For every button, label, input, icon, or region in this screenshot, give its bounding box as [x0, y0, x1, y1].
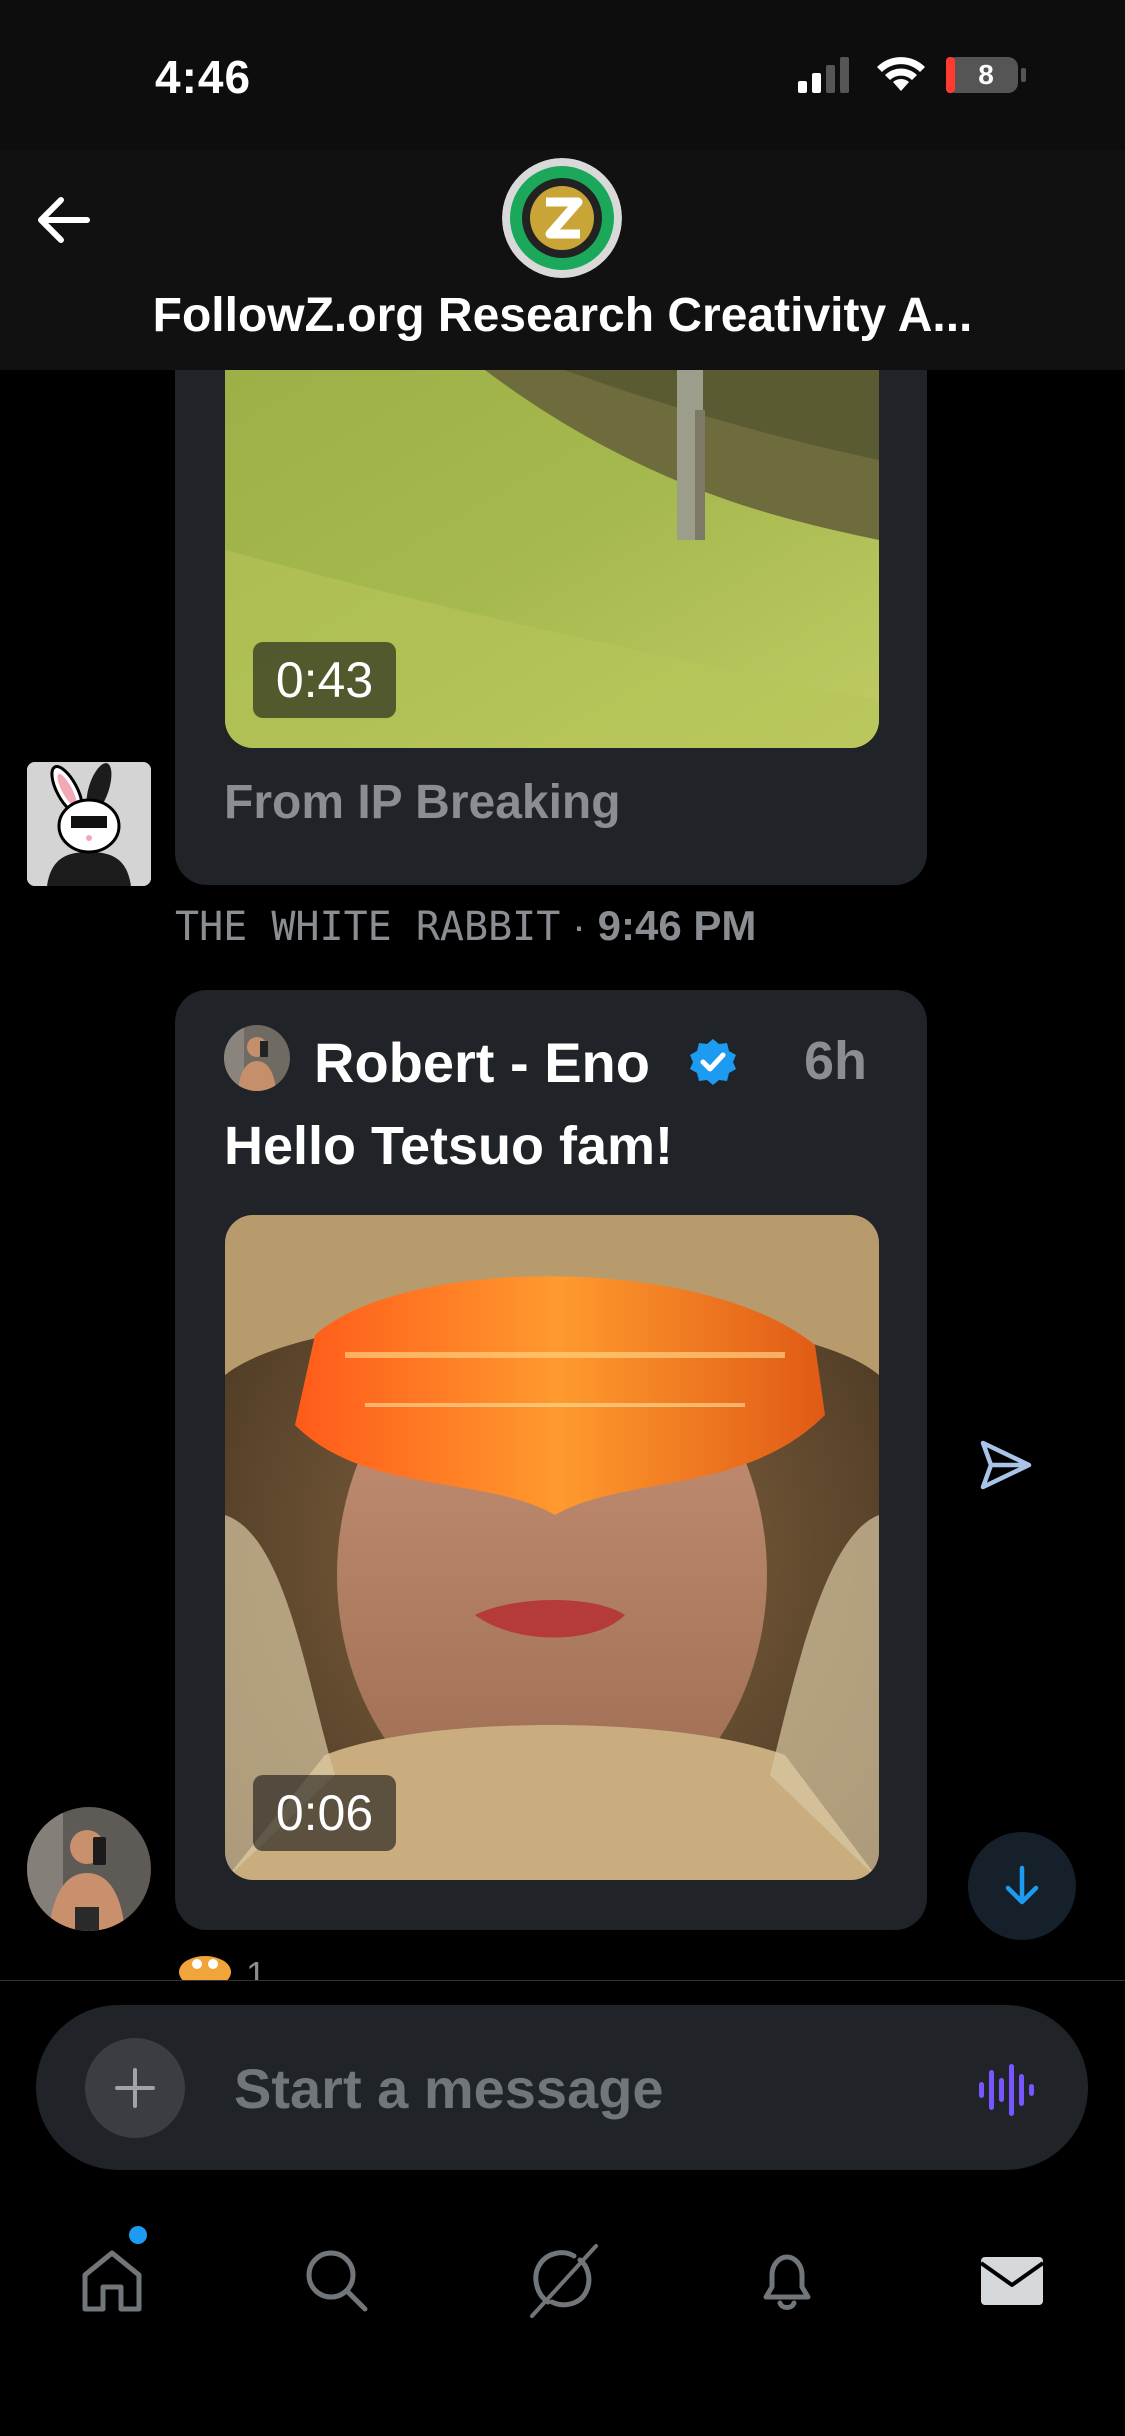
battery-icon: 8: [945, 55, 1027, 95]
tab-home[interactable]: [57, 2225, 167, 2335]
reaction-emoji[interactable]: [175, 1950, 235, 1980]
video-duration: 0:43: [253, 642, 396, 718]
sender-avatar-white-rabbit[interactable]: [27, 762, 151, 886]
post-author-avatar[interactable]: [224, 1025, 290, 1091]
message-meta: THE WHITE RABBIT · 9:46 PM: [175, 902, 756, 950]
author-photo: [224, 1025, 290, 1091]
sender-avatar-robert[interactable]: [27, 1807, 151, 1931]
bell-icon: [763, 2254, 811, 2310]
message-input[interactable]: [234, 2053, 934, 2123]
add-attachment-button[interactable]: [85, 2038, 185, 2138]
post-age: 6h: [804, 1031, 868, 1091]
envelope-icon: [979, 2257, 1045, 2305]
back-button[interactable]: [28, 190, 98, 250]
reaction-count: 1: [246, 1954, 267, 1980]
arrow-left-icon: [38, 197, 90, 243]
search-icon: [306, 2250, 368, 2312]
voice-message-button[interactable]: [970, 2055, 1040, 2125]
plus-icon: [115, 2068, 155, 2108]
meta-separator: ·: [571, 902, 586, 949]
send-icon: [980, 1440, 1032, 1490]
verified-badge-icon: [690, 1039, 736, 1085]
waveform-icon: [979, 2064, 1034, 2116]
group-avatar[interactable]: [502, 158, 622, 278]
sender-name[interactable]: THE WHITE RABBIT: [175, 904, 560, 950]
grok-icon: [530, 2244, 598, 2318]
post-text: Hello Tetsuo fam!: [224, 1116, 674, 1176]
share-button[interactable]: [972, 1432, 1038, 1498]
wifi-icon: [877, 57, 925, 91]
rabbit-avatar-image: [27, 762, 151, 886]
reaction-icon: [179, 1956, 231, 1980]
notification-dot: [129, 2226, 147, 2244]
post-author-name[interactable]: Robert - Eno: [314, 1030, 650, 1095]
scroll-to-bottom-button[interactable]: [968, 1832, 1076, 1940]
status-time: 4:46: [155, 51, 252, 103]
message-timestamp: 9:46 PM: [597, 902, 757, 949]
tab-notifications[interactable]: [732, 2225, 842, 2335]
arrow-down-icon: [1005, 1865, 1039, 1905]
source-label[interactable]: From IP Breaking: [224, 775, 621, 830]
tab-messages[interactable]: [957, 2225, 1067, 2335]
home-icon: [82, 2250, 142, 2312]
tab-grok[interactable]: [507, 2225, 617, 2335]
sender-photo: [27, 1807, 151, 1931]
video-duration: 0:06: [253, 1775, 396, 1851]
conversation-title[interactable]: FollowZ.org Research Creativity A...: [0, 288, 1125, 343]
tab-search[interactable]: [281, 2225, 391, 2335]
signal-icon: [798, 57, 849, 93]
followz-logo: [502, 158, 622, 278]
battery-level: 8: [978, 59, 994, 90]
